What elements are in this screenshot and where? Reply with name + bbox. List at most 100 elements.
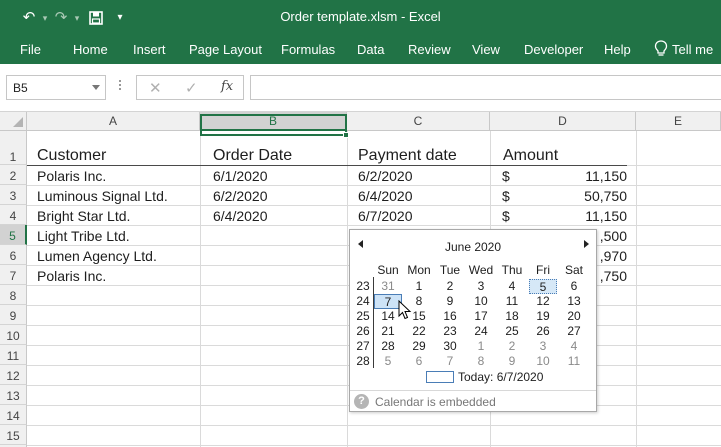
- tab-file[interactable]: File: [20, 42, 41, 57]
- calendar-day[interactable]: 12: [529, 294, 557, 309]
- calendar-day[interactable]: 3: [467, 279, 495, 294]
- calendar-day[interactable]: 9: [436, 294, 464, 309]
- calendar-day[interactable]: 5: [374, 354, 402, 369]
- chevron-down-icon[interactable]: [92, 85, 100, 90]
- resize-handle[interactable]: [119, 80, 122, 94]
- calendar-day[interactable]: 11: [498, 294, 526, 309]
- calendar-day[interactable]: 26: [529, 324, 557, 339]
- calendar-day[interactable]: 29: [405, 339, 433, 354]
- tab-review[interactable]: Review: [408, 42, 451, 57]
- row-header-5[interactable]: 5: [0, 225, 27, 245]
- cell-customer[interactable]: Luminous Signal Ltd.: [37, 186, 168, 206]
- cell-customer[interactable]: Lumen Agency Ltd.: [37, 246, 157, 266]
- calendar-day[interactable]: 10: [467, 294, 495, 309]
- cell-customer[interactable]: Polaris Inc.: [37, 266, 106, 286]
- tab-view[interactable]: View: [472, 42, 500, 57]
- calendar-day[interactable]: 30: [436, 339, 464, 354]
- header-payment-date[interactable]: Payment date: [358, 146, 457, 166]
- calendar-day[interactable]: 6: [405, 354, 433, 369]
- calendar-day[interactable]: 4: [560, 339, 588, 354]
- row-header-1[interactable]: 1: [0, 131, 27, 165]
- row-header-8[interactable]: 8: [0, 285, 27, 305]
- tab-page-layout[interactable]: Page Layout: [189, 42, 262, 57]
- cell-customer[interactable]: Polaris Inc.: [37, 166, 106, 186]
- calendar-day[interactable]: 3: [529, 339, 557, 354]
- cell-payment-date[interactable]: 6/4/2020: [358, 186, 413, 206]
- tab-help[interactable]: Help: [604, 42, 631, 57]
- cell-amount[interactable]: 11,150: [567, 166, 627, 186]
- header-order-date[interactable]: Order Date: [213, 146, 292, 166]
- active-cell-b5[interactable]: [200, 114, 349, 138]
- row-header-7[interactable]: 7: [0, 265, 27, 285]
- column-header-e[interactable]: E: [636, 112, 721, 131]
- calendar-day[interactable]: 17: [467, 309, 495, 324]
- calendar-day[interactable]: 25: [498, 324, 526, 339]
- tab-developer[interactable]: Developer: [524, 42, 583, 57]
- row-header-10[interactable]: 10: [0, 325, 27, 345]
- cell-currency[interactable]: $: [502, 206, 510, 226]
- next-month-icon[interactable]: [584, 240, 589, 248]
- column-header-d[interactable]: D: [490, 112, 636, 131]
- row-header-9[interactable]: 9: [0, 305, 27, 325]
- calendar-day[interactable]: 11: [560, 354, 588, 369]
- calendar-day[interactable]: 24: [467, 324, 495, 339]
- tab-data[interactable]: Data: [357, 42, 384, 57]
- cell-currency[interactable]: $: [502, 166, 510, 186]
- row-header-3[interactable]: 3: [0, 185, 27, 205]
- row-header-6[interactable]: 6: [0, 245, 27, 265]
- help-icon[interactable]: ?: [354, 394, 369, 409]
- calendar-day[interactable]: 23: [436, 324, 464, 339]
- row-header-14[interactable]: 14: [0, 405, 27, 425]
- calendar-day[interactable]: 21: [374, 324, 402, 339]
- cell-order-date[interactable]: 6/4/2020: [213, 206, 268, 226]
- calendar-day[interactable]: 9: [498, 354, 526, 369]
- column-header-c[interactable]: C: [347, 112, 490, 131]
- calendar-day[interactable]: 18: [498, 309, 526, 324]
- formula-input[interactable]: [250, 75, 721, 100]
- row-header-4[interactable]: 4: [0, 205, 27, 225]
- calendar-day[interactable]: 6: [560, 279, 588, 294]
- calendar-day[interactable]: 2: [498, 339, 526, 354]
- calendar-day[interactable]: 31: [374, 279, 402, 294]
- today-link[interactable]: Today: 6/7/2020: [458, 370, 543, 384]
- calendar-day[interactable]: 22: [405, 324, 433, 339]
- calendar-day[interactable]: 8: [467, 354, 495, 369]
- fill-handle[interactable]: [343, 132, 349, 138]
- name-box[interactable]: B5: [6, 75, 106, 100]
- calendar-day[interactable]: 5: [529, 279, 557, 294]
- insert-function-icon[interactable]: fx: [221, 79, 233, 94]
- cell-order-date[interactable]: 6/2/2020: [213, 186, 268, 206]
- calendar-day[interactable]: 7: [436, 354, 464, 369]
- select-all-button[interactable]: [0, 112, 27, 131]
- tell-me-search[interactable]: Tell me: [672, 42, 713, 57]
- row-header-12[interactable]: 12: [0, 365, 27, 385]
- header-customer[interactable]: Customer: [37, 146, 106, 166]
- calendar-month-title[interactable]: June 2020: [350, 240, 596, 254]
- calendar-day[interactable]: 2: [436, 279, 464, 294]
- calendar-day[interactable]: 16: [436, 309, 464, 324]
- cell-payment-date[interactable]: 6/2/2020: [358, 166, 413, 186]
- cell-currency[interactable]: $: [502, 186, 510, 206]
- calendar-day[interactable]: 20: [560, 309, 588, 324]
- calendar-day[interactable]: 10: [529, 354, 557, 369]
- cell-amount[interactable]: 50,750: [567, 186, 627, 206]
- enter-icon[interactable]: ✓: [185, 79, 198, 97]
- calendar-day[interactable]: 1: [467, 339, 495, 354]
- row-header-15[interactable]: 15: [0, 425, 27, 445]
- tab-formulas[interactable]: Formulas: [281, 42, 335, 57]
- header-amount[interactable]: Amount: [503, 146, 558, 166]
- cell-customer[interactable]: Bright Star Ltd.: [37, 206, 130, 226]
- tab-home[interactable]: Home: [73, 42, 108, 57]
- cell-customer[interactable]: Light Tribe Ltd.: [37, 226, 130, 246]
- row-header-11[interactable]: 11: [0, 345, 27, 365]
- tab-insert[interactable]: Insert: [133, 42, 166, 57]
- calendar-day[interactable]: 4: [498, 279, 526, 294]
- calendar-day[interactable]: 1: [405, 279, 433, 294]
- cell-payment-date[interactable]: 6/7/2020: [358, 206, 413, 226]
- calendar-day[interactable]: 27: [560, 324, 588, 339]
- cancel-icon[interactable]: ✕: [149, 79, 162, 97]
- row-header-13[interactable]: 13: [0, 385, 27, 405]
- calendar-day[interactable]: 19: [529, 309, 557, 324]
- calendar-day[interactable]: 13: [560, 294, 588, 309]
- cell-order-date[interactable]: 6/1/2020: [213, 166, 268, 186]
